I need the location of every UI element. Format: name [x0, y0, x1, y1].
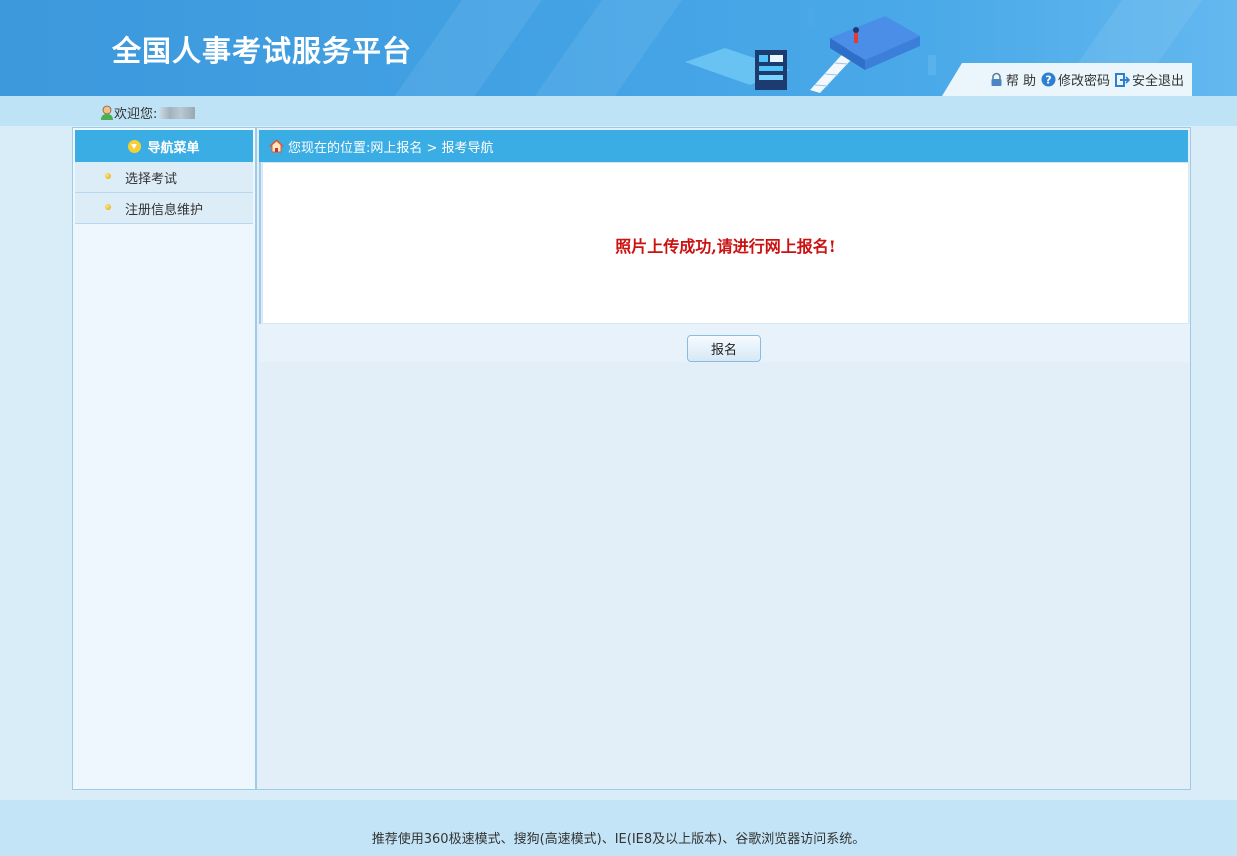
logout-link[interactable]: 安全退出 [1114, 70, 1184, 89]
exit-icon [1114, 73, 1130, 87]
chevron-down-icon [128, 139, 142, 153]
breadcrumb-text: 您现在的位置:网上报名 > 报考导航 [288, 140, 494, 156]
header-banner: 全国人事考试服务平台 帮 助 ? 修改密码 安全退出 [0, 0, 1237, 96]
breadcrumb: 您现在的位置:网上报名 > 报考导航 [259, 130, 1188, 162]
message-panel: 照片上传成功,请进行网上报名! [262, 162, 1189, 324]
site-title: 全国人事考试服务平台 [112, 34, 413, 68]
logout-label: 安全退出 [1131, 74, 1184, 89]
button-row: 报名 [259, 324, 1190, 362]
svg-text:?: ? [1045, 74, 1051, 87]
sidebar-item-label: 注册信息维护 [125, 202, 204, 218]
bullet-icon [105, 173, 111, 179]
welcome-label: 欢迎您: [114, 107, 158, 122]
home-icon [269, 139, 284, 153]
username-redacted [159, 106, 196, 119]
welcome-info: 欢迎您: [100, 103, 196, 122]
help-link[interactable]: 帮 助 [989, 70, 1036, 89]
top-links: 帮 助 ? 修改密码 安全退出 [942, 63, 1192, 96]
nav-menu-header: 导航菜单 [75, 130, 253, 162]
welcome-bar: 欢迎您: [0, 96, 1237, 126]
sidebar-item-label: 选择考试 [125, 171, 178, 187]
register-button[interactable]: 报名 [687, 335, 761, 362]
sidebar-item-registration-info[interactable]: 注册信息维护 [75, 193, 253, 224]
nav-menu-title: 导航菜单 [147, 140, 200, 156]
change-password-link[interactable]: ? 修改密码 [1041, 70, 1110, 89]
help-label: 帮 助 [1005, 74, 1036, 89]
bullet-icon [105, 204, 111, 210]
user-icon [101, 105, 113, 120]
banner-illustration [685, 8, 936, 93]
change-password-label: 修改密码 [1057, 74, 1110, 89]
sidebar-item-select-exam[interactable]: 选择考试 [75, 162, 253, 193]
sidebar: 导航菜单 选择考试 注册信息维护 [73, 128, 257, 789]
footer-text: 推荐使用360极速模式、搜狗(高速模式)、IE(IE8及以上版本)、谷歌浏览器访… [371, 832, 866, 847]
lock-icon [991, 72, 1002, 86]
question-icon: ? [1041, 72, 1056, 87]
success-message: 照片上传成功,请进行网上报名! [615, 237, 836, 256]
main-container: 导航菜单 选择考试 注册信息维护 您现在的位置:网上报名 > 报考导航 照片上传… [72, 127, 1191, 790]
footer: 推荐使用360极速模式、搜狗(高速模式)、IE(IE8及以上版本)、谷歌浏览器访… [0, 800, 1237, 856]
content-area: 您现在的位置:网上报名 > 报考导航 照片上传成功,请进行网上报名! 报名 [259, 128, 1190, 789]
